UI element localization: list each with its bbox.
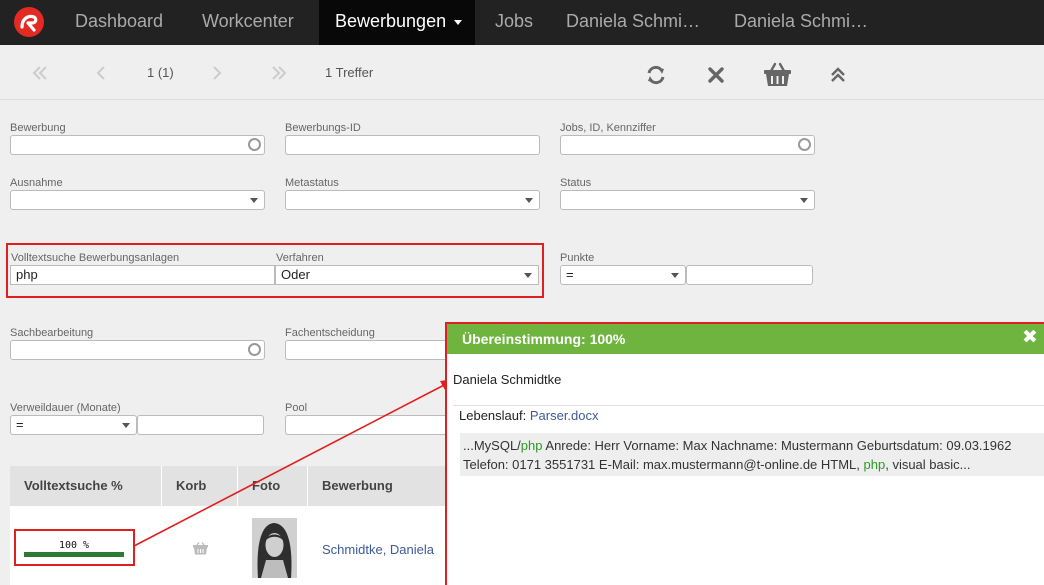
match-progress-bar bbox=[24, 552, 124, 557]
volltext-search-input[interactable]: php bbox=[10, 265, 275, 285]
metastatus-label: Metastatus bbox=[285, 177, 339, 189]
punkte-label: Punkte bbox=[560, 252, 595, 264]
last-page-icon[interactable] bbox=[270, 65, 288, 81]
next-page-icon[interactable] bbox=[211, 65, 223, 81]
search-circle-icon[interactable] bbox=[798, 138, 811, 151]
cv-label: Lebenslauf: bbox=[459, 408, 527, 423]
nav-bewerbungen-label: Bewerbungen bbox=[335, 11, 447, 31]
dropdown-arrow-icon bbox=[250, 198, 258, 203]
popup-candidate-name: Daniela Schmidtke bbox=[453, 372, 562, 387]
search-circle-icon[interactable] bbox=[248, 343, 261, 356]
dropdown-arrow-icon bbox=[671, 273, 679, 278]
bewerbung-label: Bewerbung bbox=[10, 122, 66, 134]
sachbearbeitung-search-input[interactable] bbox=[10, 340, 265, 360]
snippet-highlight: php bbox=[520, 438, 543, 453]
snippet-text: ...MySQL/ bbox=[463, 438, 521, 453]
fachentscheidung-select[interactable] bbox=[285, 340, 445, 360]
popup-header: Übereinstimmung: 100% ✖ bbox=[447, 324, 1044, 354]
verweildauer-operator-select[interactable]: = bbox=[10, 415, 137, 435]
fachentscheidung-label: Fachentscheidung bbox=[285, 327, 375, 339]
collapse-icon[interactable] bbox=[830, 67, 846, 83]
first-page-icon[interactable] bbox=[31, 65, 49, 81]
nav-jobs[interactable]: Jobs bbox=[495, 0, 533, 45]
ausnahme-label: Ausnahme bbox=[10, 177, 63, 189]
dropdown-arrow-icon bbox=[122, 423, 130, 428]
match-snippet: ...MySQL/php Anrede: Herr Vorname: Max N… bbox=[460, 433, 1044, 476]
snippet-highlight: php bbox=[863, 457, 886, 472]
top-navbar: Dashboard Workcenter Bewerbungen Jobs Da… bbox=[0, 0, 1044, 45]
popup-cv-line: Lebenslauf: Parser.docx bbox=[459, 408, 599, 423]
nav-workcenter[interactable]: Workcenter bbox=[202, 0, 294, 45]
nav-candidate-tab-1[interactable]: Daniela Schmi… bbox=[566, 0, 700, 45]
jobs-search-input[interactable] bbox=[560, 135, 815, 155]
sachbearbeitung-label: Sachbearbeitung bbox=[10, 327, 94, 339]
dropdown-arrow-icon bbox=[524, 273, 532, 278]
page-indicator: 1 (1) bbox=[147, 65, 174, 80]
caret-down-icon bbox=[454, 19, 463, 25]
nav-candidate-tab-2[interactable]: Daniela Schmi… bbox=[734, 0, 868, 45]
popup-title: Übereinstimmung: 100% bbox=[462, 331, 626, 347]
basket-icon[interactable] bbox=[763, 61, 792, 88]
volltext-label: Volltextsuche Bewerbungsanlagen bbox=[11, 252, 180, 264]
verfahren-label: Verfahren bbox=[276, 252, 324, 264]
prev-page-icon[interactable] bbox=[95, 65, 107, 81]
dropdown-arrow-icon bbox=[800, 198, 808, 203]
result-toolbar: 1 (1) 1 Treffer bbox=[0, 45, 1044, 100]
nav-bewerbungen[interactable]: Bewerbungen bbox=[319, 0, 475, 45]
bewerbungs-id-label: Bewerbungs-ID bbox=[285, 122, 361, 134]
refresh-icon[interactable] bbox=[645, 64, 667, 86]
match-progress: 100 % bbox=[24, 540, 124, 558]
dropdown-arrow-icon bbox=[525, 198, 533, 203]
ausnahme-select[interactable] bbox=[10, 190, 265, 210]
verfahren-select[interactable]: Oder bbox=[275, 265, 539, 285]
status-select[interactable] bbox=[560, 190, 815, 210]
punkte-operator-select[interactable]: = bbox=[560, 265, 686, 285]
match-popup: Übereinstimmung: 100% ✖ Daniela Schmidtk… bbox=[445, 322, 1044, 585]
match-percentage-text: 100 % bbox=[58, 540, 90, 551]
status-label: Status bbox=[560, 177, 592, 189]
search-circle-icon[interactable] bbox=[248, 138, 261, 151]
snippet-text: , visual basic... bbox=[885, 457, 971, 472]
clear-icon[interactable] bbox=[707, 66, 725, 84]
close-icon[interactable]: ✖ bbox=[1022, 328, 1038, 348]
punkte-value-input[interactable] bbox=[686, 265, 813, 285]
jobs-label: Jobs, ID, Kennziffer bbox=[560, 122, 656, 134]
divider bbox=[453, 405, 1044, 406]
bewerbungs-id-input[interactable] bbox=[285, 135, 540, 155]
annotation-arrow bbox=[133, 379, 454, 547]
nav-dashboard[interactable]: Dashboard bbox=[75, 0, 163, 45]
hit-count: 1 Treffer bbox=[325, 65, 374, 80]
bewerbung-search-input[interactable] bbox=[10, 135, 265, 155]
metastatus-select[interactable] bbox=[285, 190, 540, 210]
verweildauer-label: Verweildauer (Monate) bbox=[10, 402, 121, 414]
app-logo-icon[interactable] bbox=[13, 6, 45, 38]
cv-file-link[interactable]: Parser.docx bbox=[530, 408, 599, 423]
